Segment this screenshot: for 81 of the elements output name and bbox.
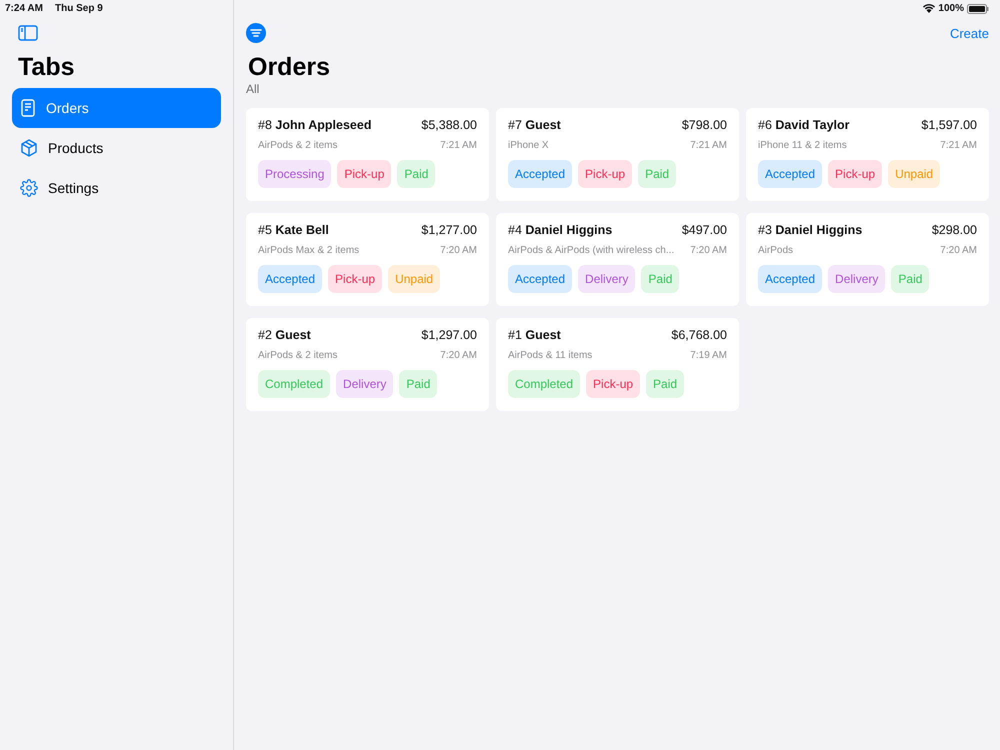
order-total: $497.00 xyxy=(682,223,727,237)
order-card[interactable]: #3 Daniel Higgins $298.00 AirPods 7:20 AM Accepted Delivery Paid xyxy=(746,213,989,306)
order-total: $798.00 xyxy=(682,118,727,132)
wifi-icon xyxy=(923,4,936,13)
status-date: Thu Sep 9 xyxy=(54,3,103,14)
order-items: iPhone X xyxy=(508,140,549,151)
order-items: AirPods & AirPods (with wireless ch... xyxy=(508,245,674,256)
order-items: iPhone 11 & 2 items xyxy=(758,140,847,151)
order-items: AirPods Max & 2 items xyxy=(258,245,360,256)
box-icon xyxy=(20,139,38,157)
order-total: $1,597.00 xyxy=(921,118,977,132)
order-items: AirPods & 2 items xyxy=(258,350,338,361)
status-tag: Pick-up xyxy=(337,160,392,188)
status-tag: Pick-up xyxy=(578,160,632,188)
status-tag: Paid xyxy=(638,160,676,188)
order-card[interactable]: #7 Guest $798.00 iPhone X 7:21 AM Accepted Pick-up Paid xyxy=(496,108,739,201)
status-tag: Accepted xyxy=(508,160,572,188)
order-time: 7:20 AM xyxy=(440,350,477,361)
sidebar-item[interactable]: Products xyxy=(12,128,221,168)
order-title: #4 Daniel Higgins xyxy=(508,223,612,237)
status-tag: Accepted xyxy=(258,265,322,293)
status-tag: Completed xyxy=(508,370,580,398)
status-tag: Delivery xyxy=(828,265,886,293)
order-total: $1,297.00 xyxy=(421,328,477,342)
order-time: 7:21 AM xyxy=(690,140,727,151)
order-time: 7:20 AM xyxy=(440,245,477,256)
sidebar-item[interactable]: Orders xyxy=(12,88,221,128)
order-title: #6 David Taylor xyxy=(758,118,850,132)
status-tag: Paid xyxy=(397,160,436,188)
order-title: #2 Guest xyxy=(258,328,311,342)
order-items: AirPods xyxy=(758,245,794,256)
status-tag: Unpaid xyxy=(888,160,940,188)
status-time: 7:24 AM xyxy=(5,3,43,14)
status-tag: Delivery xyxy=(578,265,636,293)
order-card[interactable]: #5 Kate Bell $1,277.00 AirPods Max & 2 items 7:20 AM Accepted Pick-up Unpaid xyxy=(246,213,489,306)
order-title: #5 Kate Bell xyxy=(258,223,329,237)
status-tag: Completed xyxy=(258,370,330,398)
status-tag: Pick-up xyxy=(328,265,382,293)
status-tag: Paid xyxy=(891,265,930,293)
status-tag: Accepted xyxy=(508,265,572,293)
order-time: 7:19 AM xyxy=(690,350,727,361)
status-tag: Accepted xyxy=(758,265,822,293)
order-title: #3 Daniel Higgins xyxy=(758,223,862,237)
status-tag: Pick-up xyxy=(586,370,640,398)
create-link[interactable]: Create xyxy=(950,26,989,40)
status-tag: Paid xyxy=(399,370,438,398)
status-tag: Paid xyxy=(641,265,680,293)
document-icon xyxy=(20,99,36,117)
status-tag: Delivery xyxy=(336,370,394,398)
order-total: $298.00 xyxy=(932,223,977,237)
order-time: 7:20 AM xyxy=(690,245,727,256)
status-tag: Processing xyxy=(258,160,332,188)
sidebar-title: Tabs xyxy=(18,53,76,82)
battery-icon xyxy=(967,4,989,14)
order-time: 7:21 AM xyxy=(440,140,477,151)
order-card[interactable]: #4 Daniel Higgins $497.00 AirPods & AirPods (with wireless ch... 7:20 AM Accepted Delivery Paid xyxy=(496,213,739,306)
status-tag: Paid xyxy=(646,370,684,398)
order-title: #7 Guest xyxy=(508,118,561,132)
order-card[interactable]: #1 Guest $6,768.00 AirPods & 11 items 7:19 AM Completed Pick-up Paid xyxy=(496,318,739,411)
filter-label: All xyxy=(246,82,260,96)
page-title: Orders xyxy=(248,53,331,82)
settings-icon xyxy=(20,179,38,197)
order-title: #1 Guest xyxy=(508,328,561,342)
battery-percent: 100% xyxy=(938,3,964,14)
order-total: $1,277.00 xyxy=(421,223,477,237)
sidebar-toggle-icon[interactable] xyxy=(18,25,38,41)
order-items: AirPods & 2 items xyxy=(258,140,338,151)
status-tag: Pick-up xyxy=(828,160,882,188)
order-card[interactable]: #6 David Taylor $1,597.00 iPhone 11 & 2 items 7:21 AM Accepted Pick-up Unpaid xyxy=(746,108,989,201)
order-time: 7:20 AM xyxy=(940,245,977,256)
order-title: #8 John Appleseed xyxy=(258,118,372,132)
order-total: $5,388.00 xyxy=(421,118,477,132)
order-time: 7:21 AM xyxy=(940,140,977,151)
status-tag: Accepted xyxy=(758,160,822,188)
order-total: $6,768.00 xyxy=(671,328,727,342)
filter-icon[interactable] xyxy=(246,23,266,43)
status-tag: Unpaid xyxy=(388,265,440,293)
order-card[interactable]: #2 Guest $1,297.00 AirPods & 2 items 7:20 AM Completed Delivery Paid xyxy=(246,318,489,411)
order-items: AirPods & 11 items xyxy=(508,350,592,361)
order-card[interactable]: #8 John Appleseed $5,388.00 AirPods & 2 items 7:21 AM Processing Pick-up Paid xyxy=(246,108,489,201)
sidebar-item[interactable]: Settings xyxy=(12,168,221,208)
